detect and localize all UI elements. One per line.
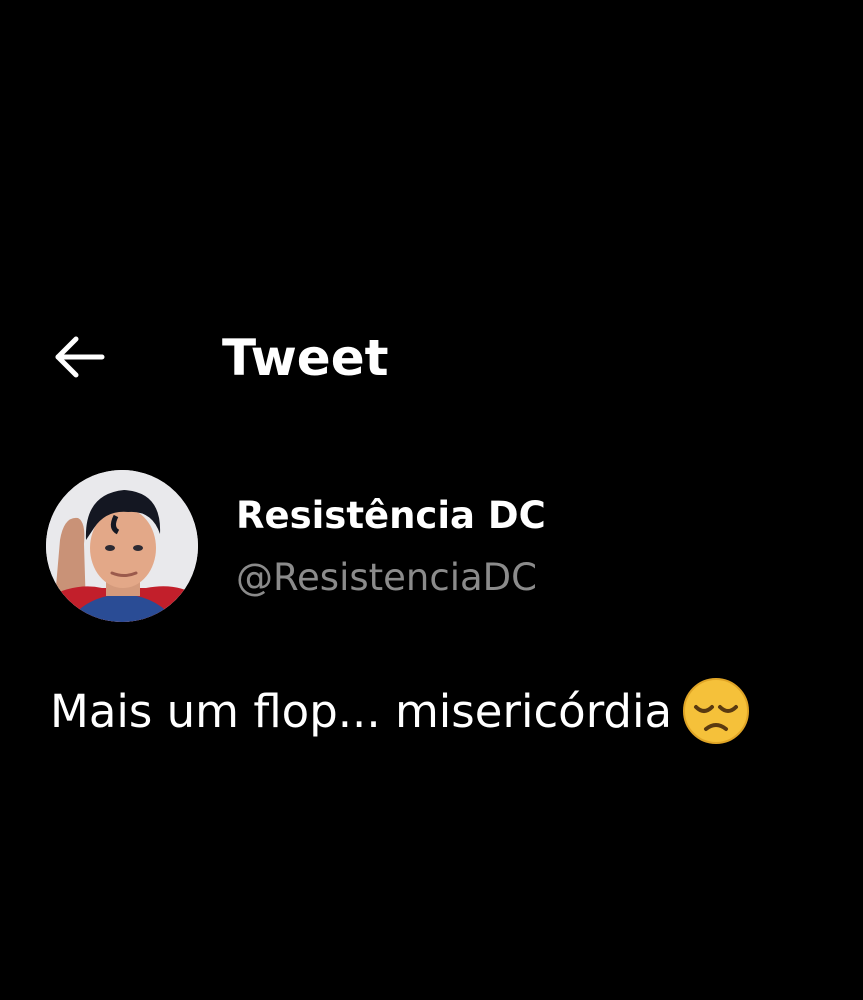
tweet-text: Mais um flop... misericórdia [50, 685, 673, 738]
top-bar: Tweet [0, 320, 863, 400]
arrow-left-icon [55, 336, 105, 378]
author-display-name[interactable]: Resistência DC [236, 492, 546, 540]
disappointed-face-emoji [682, 677, 750, 745]
avatar[interactable] [46, 470, 198, 622]
page-title: Tweet [222, 329, 389, 387]
author-handle[interactable]: @ResistenciaDC [236, 554, 537, 602]
avatar-photo [46, 470, 198, 622]
back-button[interactable] [50, 332, 110, 382]
tweet-body: Mais um flop... misericórdia [50, 677, 750, 745]
tweet-author: Resistência DC @ResistenciaDC [46, 470, 826, 630]
